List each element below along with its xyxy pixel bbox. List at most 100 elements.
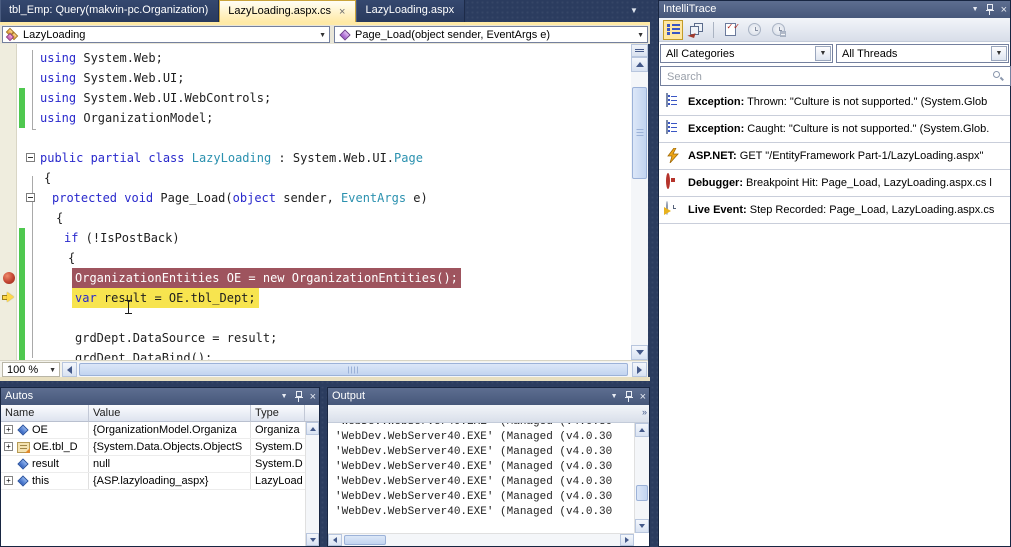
hscroll-thumb[interactable]	[344, 535, 386, 545]
event-label: Exception:	[688, 96, 744, 108]
checklist-icon[interactable]: ✓✓	[720, 20, 740, 40]
scroll-right-icon[interactable]	[620, 534, 634, 546]
autos-title-bar[interactable]: Autos ▼ ×	[1, 388, 319, 405]
scroll-up-icon[interactable]	[631, 57, 648, 72]
window-menu-icon[interactable]: ▼	[972, 6, 979, 13]
expand-icon[interactable]: +	[4, 442, 13, 451]
vscroll-thumb[interactable]	[636, 485, 648, 501]
output-text-area[interactable]: 'WebDev.WebServer40.EXE' (Managed (v4.0.…	[328, 423, 634, 533]
scroll-down-icon[interactable]	[306, 533, 319, 546]
breakpoint-gutter[interactable]	[0, 44, 17, 360]
scroll-left-icon[interactable]	[328, 534, 342, 546]
intellitrace-event-row[interactable]: ASP.NET: GET "/EntityFramework Part-1/La…	[659, 143, 1010, 170]
output-body: » 'WebDev.WebServer40.EXE' (Managed (v4.…	[328, 405, 649, 546]
output-title-bar[interactable]: Output ▼ ×	[328, 388, 649, 405]
editor-splitter-handle[interactable]	[631, 44, 648, 57]
autos-vscrollbar[interactable]	[305, 422, 319, 546]
collapse-box-icon[interactable]	[26, 193, 35, 202]
close-icon[interactable]: ×	[1001, 5, 1007, 15]
editor-vscrollbar[interactable]	[631, 57, 648, 360]
intellitrace-event-row[interactable]: Live Event: Step Recorded: Page_Load, La…	[659, 197, 1010, 224]
document-tab[interactable]: tbl_Emp: Query(makvin-pc.Organization)	[0, 0, 219, 22]
code-line[interactable]: {	[44, 168, 51, 188]
output-line: 'WebDev.WebServer40.EXE' (Managed (v4.0.…	[335, 490, 634, 505]
code-token: System.Web;	[76, 51, 163, 65]
expand-icon[interactable]: +	[4, 425, 13, 434]
code-line[interactable]: public partial class LazyLoading : Syste…	[40, 148, 423, 168]
close-icon[interactable]: ×	[640, 392, 646, 402]
document-list-dropdown-icon[interactable]: ▼	[630, 6, 638, 15]
expand-icon[interactable]: +	[4, 476, 13, 485]
autos-body: Name Value Type +OE{OrganizationModel.Or…	[1, 405, 319, 546]
intellitrace-event-row[interactable]: Exception: Caught: "Culture is not suppo…	[659, 116, 1010, 143]
code-line[interactable]: var result = OE.tbl_Dept;	[72, 288, 259, 308]
code-editor[interactable]: using System.Web;using System.Web.UI;usi…	[0, 44, 648, 360]
column-header-name[interactable]: Name	[1, 405, 89, 422]
scroll-up-icon[interactable]	[635, 423, 649, 437]
window-menu-icon[interactable]: ▼	[281, 393, 288, 400]
code-line[interactable]: using System.Web;	[40, 48, 163, 68]
clock-icon[interactable]	[744, 20, 764, 40]
autos-name: OE.tbl_D	[33, 439, 78, 455]
toolbar-overflow-icon[interactable]: »	[642, 407, 646, 417]
autos-row[interactable]: +OE.tbl_D{System.Data.Objects.ObjectSSys…	[1, 439, 305, 456]
exception-icon	[665, 121, 681, 137]
autos-row[interactable]: +OE{OrganizationModel.OrganizaOrganiza	[1, 422, 305, 439]
code-line[interactable]: grdDept.DataSource = result;	[75, 328, 277, 348]
code-line[interactable]: protected void Page_Load(object sender, …	[52, 188, 428, 208]
autos-row[interactable]: +this{ASP.lazyloading_aspx}LazyLoad	[1, 473, 305, 490]
type-dropdown[interactable]: LazyLoading ▼	[2, 26, 330, 43]
editor-hscrollbar[interactable]	[62, 362, 648, 377]
code-line[interactable]: {	[68, 248, 75, 268]
code-line[interactable]: OrganizationEntities OE = new Organizati…	[72, 268, 461, 288]
list-view-icon[interactable]	[663, 20, 683, 40]
collapse-box-icon[interactable]	[26, 153, 35, 162]
window-menu-icon[interactable]: ▼	[611, 393, 618, 400]
document-tab[interactable]: LazyLoading.aspx.cs×	[219, 0, 356, 22]
autos-row[interactable]: resultnullSystem.D	[1, 456, 305, 473]
pin-icon[interactable]	[986, 4, 994, 15]
output-vscrollbar[interactable]	[634, 423, 649, 533]
search-input[interactable]: Search	[660, 66, 1011, 86]
switch-view-icon[interactable]	[687, 20, 707, 40]
change-bar	[19, 268, 25, 288]
change-bar	[19, 88, 25, 108]
scroll-up-icon[interactable]	[306, 422, 319, 435]
intellitrace-title-bar[interactable]: IntelliTrace ▼ ×	[659, 1, 1010, 18]
column-header-value[interactable]: Value	[89, 405, 251, 422]
close-icon[interactable]: ×	[310, 392, 316, 402]
code-line[interactable]: if (!IsPostBack)	[64, 228, 180, 248]
code-line[interactable]: grdDept.DataBind();	[75, 348, 212, 360]
code-line[interactable]: using System.Web.UI;	[40, 68, 185, 88]
autos-name-cell: result	[1, 456, 89, 472]
close-icon[interactable]: ×	[339, 6, 345, 18]
vscroll-thumb[interactable]	[632, 87, 647, 179]
code-token: grdDept.DataBind();	[75, 351, 212, 360]
scroll-right-icon[interactable]	[632, 362, 647, 377]
autos-type-cell: System.D	[251, 456, 305, 472]
clock-table-icon[interactable]	[768, 20, 788, 40]
column-header-type[interactable]: Type	[251, 405, 305, 422]
zoom-selector[interactable]: 100 % ▼	[2, 362, 60, 377]
intellitrace-event-row[interactable]: Debugger: Breakpoint Hit: Page_Load, Laz…	[659, 170, 1010, 197]
categories-dropdown[interactable]: All Categories ▼	[660, 44, 833, 63]
scroll-down-icon[interactable]	[635, 519, 649, 533]
hscroll-thumb[interactable]	[79, 363, 628, 376]
intellitrace-event-row[interactable]: Exception: Thrown: "Culture is not suppo…	[659, 89, 1010, 116]
search-icon[interactable]	[993, 71, 1004, 82]
mapped-table-icon	[17, 442, 30, 453]
scroll-left-icon[interactable]	[62, 362, 77, 377]
code-token: object	[233, 191, 276, 205]
code-line[interactable]: using OrganizationModel;	[40, 108, 213, 128]
event-text: Debugger: Breakpoint Hit: Page_Load, Laz…	[688, 177, 992, 189]
threads-dropdown[interactable]: All Threads ▼	[836, 44, 1009, 63]
breakpoint-icon[interactable]	[3, 272, 15, 284]
pin-icon[interactable]	[295, 391, 303, 402]
code-line[interactable]: {	[56, 208, 63, 228]
output-hscrollbar[interactable]	[328, 533, 634, 546]
scroll-down-icon[interactable]	[631, 345, 648, 360]
member-dropdown[interactable]: Page_Load(object sender, EventArgs e) ▼	[334, 26, 648, 43]
document-tab[interactable]: LazyLoading.aspx	[356, 0, 465, 22]
pin-icon[interactable]	[625, 391, 633, 402]
code-line[interactable]: using System.Web.UI.WebControls;	[40, 88, 271, 108]
